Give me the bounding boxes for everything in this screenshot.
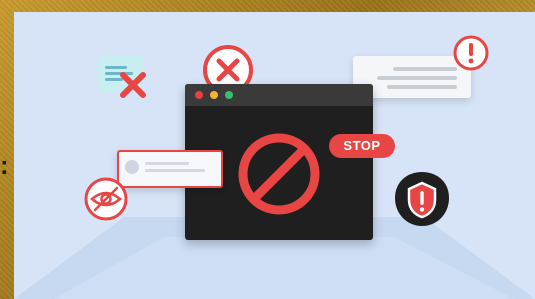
eye-off-icon [84, 177, 128, 221]
browser-titlebar [185, 84, 373, 106]
chat-icon [120, 72, 146, 98]
ban-icon [238, 133, 320, 215]
minimize-dot [210, 91, 218, 99]
avatar [125, 160, 139, 174]
profile-card [117, 150, 223, 188]
shield-alert-icon [395, 172, 449, 226]
alert-icon [453, 35, 489, 71]
edge-mark: : [0, 150, 9, 180]
stop-badge: STOP [329, 134, 395, 158]
close-dot [195, 91, 203, 99]
illustration-panel: STOP [14, 12, 535, 299]
maximize-dot [225, 91, 233, 99]
